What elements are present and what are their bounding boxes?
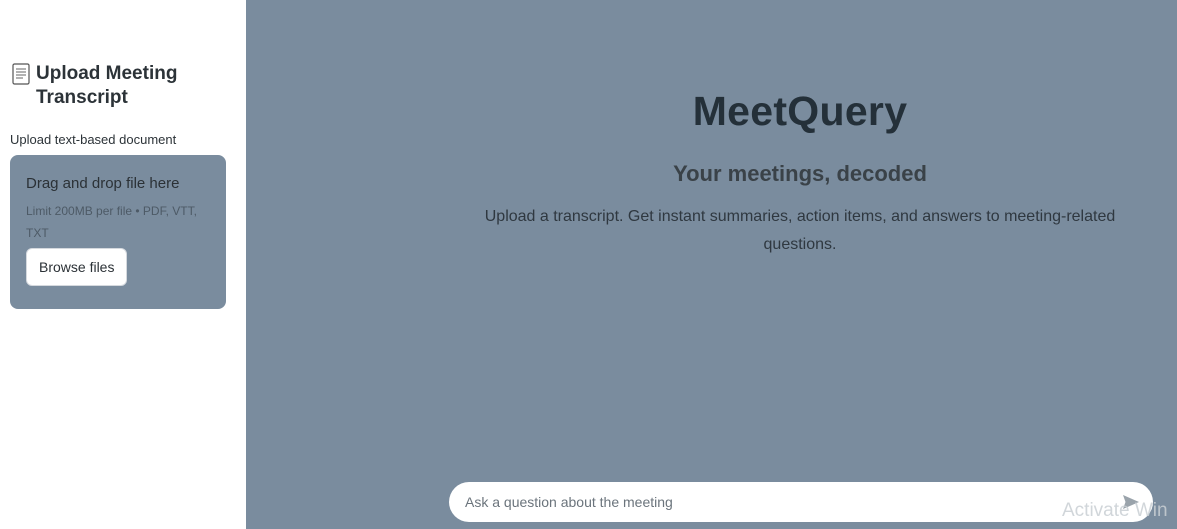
- send-icon[interactable]: [1121, 492, 1141, 512]
- sidebar-title: Upload Meeting Transcript: [10, 62, 236, 110]
- dropzone-limit-text: Limit 200MB per file • PDF, VTT, TXT: [26, 204, 197, 240]
- page-description: Upload a transcript. Get instant summari…: [484, 208, 1116, 253]
- upload-label: Upload text-based document: [10, 132, 177, 147]
- hero: MeetQuery Your meetings, decoded Upload …: [456, 88, 1144, 259]
- dropzone-title: Drag and drop file here: [26, 175, 180, 192]
- file-dropzone[interactable]: Drag and drop file here Limit 200MB per …: [10, 155, 226, 309]
- page-subtitle: Your meetings, decoded: [673, 161, 927, 186]
- browse-files-button[interactable]: Browse files: [26, 248, 128, 286]
- chat-input[interactable]: [465, 494, 1121, 510]
- chat-bar: [449, 482, 1153, 522]
- page-title: MeetQuery: [692, 88, 908, 134]
- main-content: MeetQuery Your meetings, decoded Upload …: [246, 0, 1177, 529]
- sidebar: Upload Meeting Transcript Upload text-ba…: [0, 0, 246, 529]
- document-icon: [12, 63, 30, 85]
- sidebar-title-text: Upload Meeting Transcript: [36, 63, 178, 108]
